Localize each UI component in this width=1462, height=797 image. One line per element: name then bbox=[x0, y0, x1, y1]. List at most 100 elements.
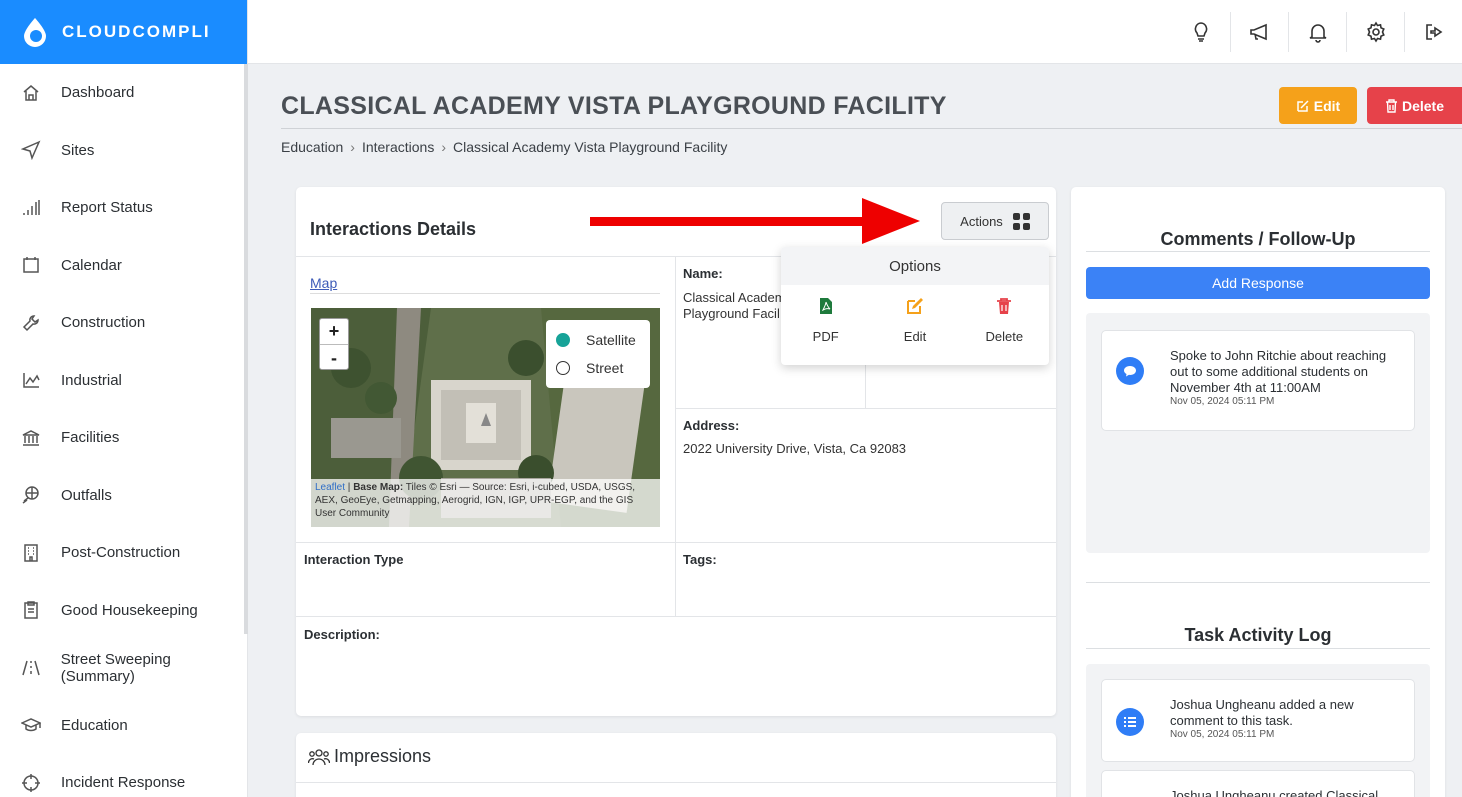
add-response-button[interactable]: Add Response bbox=[1086, 267, 1430, 299]
zoom-out-button[interactable]: - bbox=[320, 345, 348, 371]
sidebar-scrollbar[interactable] bbox=[244, 64, 248, 634]
comments-panel: Spoke to John Ritchie about reaching out… bbox=[1086, 313, 1430, 553]
sidebar-item-label: Incident Response bbox=[61, 774, 186, 792]
edit-icon bbox=[1297, 99, 1309, 112]
sidebar: CLOUDCOMPLI Dashboard Sites Report Statu… bbox=[0, 0, 248, 797]
logout-icon[interactable] bbox=[1404, 12, 1462, 52]
sidebar-item-label: Report Status bbox=[61, 199, 153, 217]
impressions-divider bbox=[296, 782, 1056, 783]
attribution-separator: | bbox=[345, 482, 354, 493]
activity-text: Joshua Ungheanu added a new comment to t… bbox=[1170, 697, 1400, 741]
sidebar-item-label: Dashboard bbox=[61, 84, 135, 102]
sidebar-item-dashboard[interactable]: Dashboard bbox=[0, 64, 247, 122]
attribution-basemap-label: Base Map: bbox=[353, 482, 404, 493]
sidebar-item-label: Education bbox=[61, 716, 128, 734]
bank-icon bbox=[20, 427, 42, 449]
comment-entry: Spoke to John Ritchie about reaching out… bbox=[1101, 330, 1415, 431]
brand-logo[interactable]: CLOUDCOMPLI bbox=[0, 0, 247, 64]
layer-label: Satellite bbox=[586, 332, 636, 348]
chevron-right-icon: › bbox=[441, 139, 446, 155]
sidebar-item-street-sweeping[interactable]: Street Sweeping (Summary) bbox=[0, 639, 247, 697]
calendar-icon bbox=[20, 254, 42, 276]
sidebar-item-industrial[interactable]: Industrial bbox=[0, 352, 247, 410]
leaflet-link[interactable]: Leaflet bbox=[315, 482, 345, 493]
edit-button[interactable]: Edit bbox=[1279, 87, 1357, 124]
pdf-option[interactable]: PDF bbox=[786, 297, 866, 344]
bell-icon[interactable] bbox=[1288, 12, 1346, 52]
topbar bbox=[248, 0, 1462, 64]
activity-timestamp: Nov 05, 2024 05:11 PM bbox=[1170, 729, 1275, 740]
activity-divider bbox=[1086, 648, 1430, 649]
layer-option-street[interactable]: Street bbox=[556, 354, 640, 382]
sidebar-item-education[interactable]: Education bbox=[0, 697, 247, 755]
impressions-title: Impressions bbox=[308, 746, 431, 767]
activity-panel: Joshua Ungheanu added a new comment to t… bbox=[1086, 664, 1430, 797]
layer-label: Street bbox=[586, 360, 624, 376]
section-divider bbox=[1086, 582, 1430, 583]
comments-divider bbox=[1086, 251, 1430, 252]
activity-entry: Joshua Ungheanu added a new comment to t… bbox=[1101, 679, 1415, 762]
gear-icon[interactable] bbox=[1346, 12, 1404, 52]
name-label: Name: bbox=[683, 266, 723, 281]
sidebar-item-outfalls[interactable]: Outfalls bbox=[0, 467, 247, 525]
pipe-icon bbox=[20, 484, 42, 506]
breadcrumb-item: Classical Academy Vista Playground Facil… bbox=[453, 139, 728, 155]
satellite-map[interactable]: + - Satellite Street Leaflet | Base Map:… bbox=[311, 308, 660, 527]
crosshair-icon bbox=[20, 772, 42, 794]
option-label: PDF bbox=[812, 329, 839, 344]
users-icon bbox=[308, 748, 330, 765]
lightbulb-icon[interactable] bbox=[1172, 12, 1230, 52]
sidebar-item-report-status[interactable]: Report Status bbox=[0, 179, 247, 237]
map-tab-link[interactable]: Map bbox=[310, 275, 337, 291]
sidebar-item-calendar[interactable]: Calendar bbox=[0, 237, 247, 295]
edit-option[interactable]: Edit bbox=[875, 297, 955, 344]
sidebar-item-label: Good Housekeeping bbox=[61, 601, 198, 619]
layer-option-satellite[interactable]: Satellite bbox=[556, 326, 640, 354]
megaphone-icon[interactable] bbox=[1230, 12, 1288, 52]
building-icon bbox=[20, 542, 42, 564]
sidebar-item-construction[interactable]: Construction bbox=[0, 294, 247, 352]
address-cell: Address: 2022 University Drive, Vista, C… bbox=[676, 409, 1056, 543]
sidebar-item-label: Construction bbox=[61, 314, 146, 332]
options-title: Options bbox=[781, 247, 1049, 285]
trash-icon bbox=[997, 298, 1012, 314]
activity-body: Joshua Ungheanu added a new comment to t… bbox=[1170, 697, 1354, 728]
chevron-right-icon: › bbox=[350, 139, 355, 155]
pdf-icon bbox=[819, 298, 832, 314]
map-zoom-control: + - bbox=[319, 318, 349, 370]
title-divider bbox=[281, 128, 1462, 129]
sidebar-item-label: Outfalls bbox=[61, 486, 112, 504]
map-layer-control: Satellite Street bbox=[546, 320, 650, 388]
breadcrumb-item[interactable]: Education bbox=[281, 139, 343, 155]
annotation-arrow-icon bbox=[590, 198, 920, 244]
page-title: CLASSICAL ACADEMY VISTA PLAYGROUND FACIL… bbox=[281, 92, 947, 120]
chat-bubble-icon bbox=[1116, 357, 1144, 385]
breadcrumb-item[interactable]: Interactions bbox=[362, 139, 434, 155]
actions-label: Actions bbox=[960, 213, 1003, 229]
radio-selected-icon bbox=[556, 333, 570, 347]
impressions-card: Impressions bbox=[296, 733, 1056, 797]
zoom-in-button[interactable]: + bbox=[320, 319, 348, 345]
comment-timestamp: Nov 05, 2024 05:11 PM bbox=[1170, 396, 1275, 407]
name-value-line2: Playground Facil bbox=[683, 306, 780, 321]
delete-button[interactable]: Delete bbox=[1367, 87, 1462, 124]
sidebar-item-sites[interactable]: Sites bbox=[0, 122, 247, 180]
delete-button-label: Delete bbox=[1401, 97, 1445, 114]
home-icon bbox=[20, 82, 42, 104]
delete-option[interactable]: Delete bbox=[964, 297, 1044, 344]
sidebar-item-label: Industrial bbox=[61, 371, 122, 389]
tags-label: Tags: bbox=[683, 552, 717, 567]
navigation-arrow-icon bbox=[20, 139, 42, 161]
activity-body: Joshua Ungheanu created Classical bbox=[1170, 788, 1379, 797]
sidebar-item-good-housekeeping[interactable]: Good Housekeeping bbox=[0, 582, 247, 640]
sidebar-item-incident-response[interactable]: Incident Response bbox=[0, 754, 247, 797]
impressions-title-text: Impressions bbox=[334, 746, 432, 766]
actions-button[interactable]: Actions bbox=[941, 202, 1049, 240]
map-attribution: Leaflet | Base Map: Tiles © Esri — Sourc… bbox=[311, 479, 660, 527]
option-label: Edit bbox=[903, 329, 927, 344]
sidebar-item-facilities[interactable]: Facilities bbox=[0, 409, 247, 467]
signal-bars-icon bbox=[20, 197, 42, 219]
name-value-line1: Classical Academ bbox=[683, 290, 786, 305]
sidebar-item-label: Sites bbox=[61, 141, 95, 159]
sidebar-item-post-construction[interactable]: Post-Construction bbox=[0, 524, 247, 582]
